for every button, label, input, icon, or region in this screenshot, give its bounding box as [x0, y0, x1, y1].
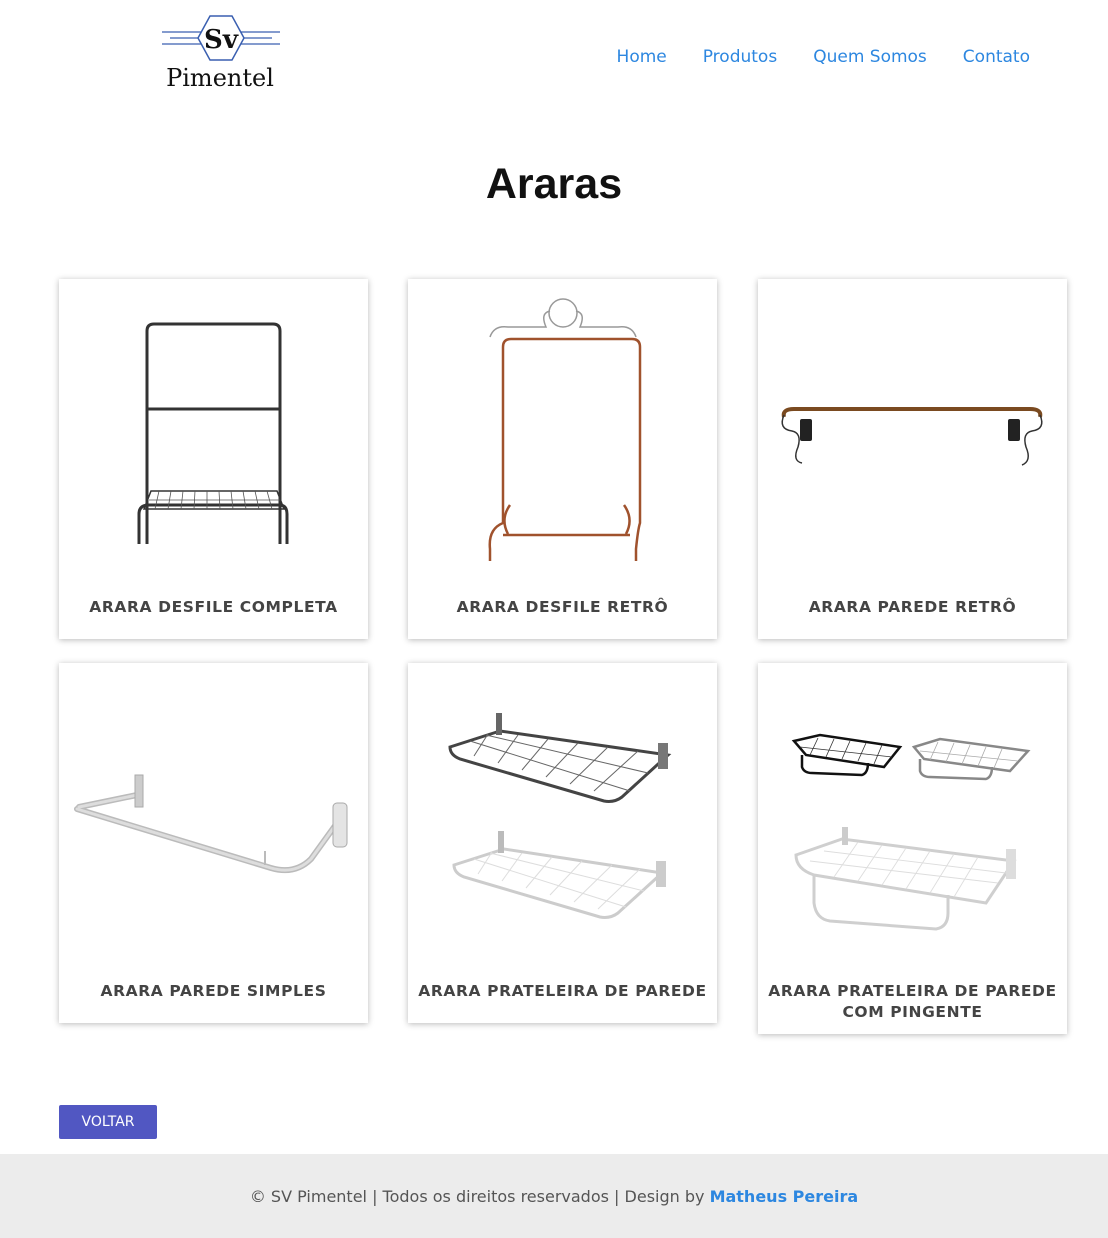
clothes-rack-black-image — [137, 322, 289, 544]
copyright-text: © SV Pimentel | Todos os direitos reserv… — [249, 1187, 710, 1206]
product-name: ARARA PRATELEIRA DE PAREDE — [418, 982, 707, 1000]
product-name: ARARA PAREDE RETRÔ — [808, 598, 1017, 616]
nav-contato[interactable]: Contato — [945, 46, 1048, 68]
clothes-rack-copper-image — [488, 298, 642, 561]
product-card[interactable]: ARARA PAREDE RETRÔ — [758, 279, 1067, 639]
wall-bar-simple-image — [74, 774, 348, 874]
product-card[interactable]: ARARA DESFILE RETRÔ — [408, 279, 717, 639]
page-title: Araras — [485, 160, 623, 208]
author-link[interactable]: Matheus Pereira — [710, 1187, 859, 1206]
product-name: ARARA PAREDE SIMPLES — [100, 982, 327, 1000]
footer-text: © SV Pimentel | Todos os direitos reserv… — [0, 1187, 1108, 1206]
nav-quem-somos[interactable]: Quem Somos — [795, 46, 945, 68]
product-card[interactable]: ARARA DESFILE COMPLETA — [59, 279, 368, 639]
logo[interactable]: Sv Pimentel — [160, 12, 282, 92]
footer: © SV Pimentel | Todos os direitos reserv… — [0, 1154, 1108, 1238]
logo-mark: Sv — [204, 25, 239, 55]
nav-home[interactable]: Home — [599, 46, 685, 68]
logo-text: Pimentel — [166, 64, 274, 92]
product-name: ARARA PRATELEIRA DE PAREDE COM PINGENTE — [768, 982, 1057, 1021]
back-button[interactable]: VOLTAR — [59, 1105, 157, 1139]
product-card[interactable]: ARARA PRATELEIRA DE PAREDE COM PINGENTE — [758, 663, 1067, 1034]
main-nav: Home Produtos Quem Somos Contato — [599, 46, 1048, 68]
product-card[interactable]: ARARA PRATELEIRA DE PAREDE — [408, 663, 717, 1023]
logo-hexagon-icon: Sv — [162, 15, 280, 61]
nav-produtos[interactable]: Produtos — [685, 46, 795, 68]
product-name: ARARA DESFILE RETRÔ — [456, 598, 669, 616]
product-name: ARARA DESFILE COMPLETA — [89, 598, 338, 616]
product-card[interactable]: ARARA PAREDE SIMPLES — [59, 663, 368, 1023]
wall-bar-retro-image — [781, 407, 1043, 466]
wall-shelf-pendant-image — [791, 733, 1031, 931]
wall-shelf-image — [448, 713, 672, 919]
